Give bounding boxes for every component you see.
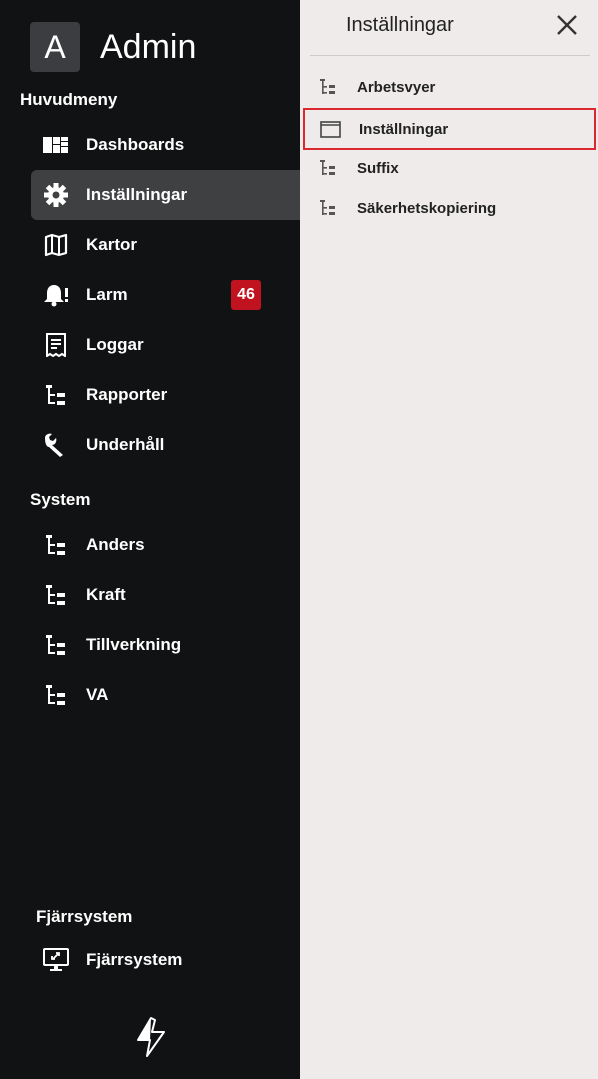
nav-item-kraft[interactable]: Kraft — [31, 570, 300, 620]
nav-label: Larm — [86, 285, 128, 304]
app-name: Admin — [100, 27, 197, 66]
panel-item-suffix[interactable]: Suffix — [303, 149, 596, 187]
tree-icon — [46, 385, 65, 405]
nav-label: Tillverkning — [86, 635, 182, 654]
panel-item-arbetsvyer[interactable]: Arbetsvyer — [303, 68, 596, 106]
nav-item-fjarrsystem[interactable]: Fjärrsystem — [31, 935, 300, 985]
panel-item-sakerhetskopiering[interactable]: Säkerhetskopiering — [303, 189, 596, 227]
nav-item-installningar[interactable]: Inställningar — [31, 170, 300, 220]
nav-label: Loggar — [86, 335, 144, 354]
window-icon — [320, 121, 341, 138]
nav-label: Kraft — [86, 585, 126, 604]
nav-item-underhall[interactable]: Underhåll — [31, 420, 300, 470]
alarm-count-badge: 46 — [231, 280, 261, 310]
wrench-icon — [45, 433, 63, 457]
tree-icon — [46, 535, 65, 555]
nav-item-va[interactable]: VA — [31, 670, 300, 720]
section-huvudmeny: Huvudmeny — [20, 90, 118, 109]
nav-item-tillverkning[interactable]: Tillverkning — [31, 620, 300, 670]
gear-icon — [44, 183, 68, 207]
avatar: A — [30, 22, 80, 72]
divider — [310, 55, 590, 56]
panel-title: Inställningar — [346, 14, 454, 36]
nav-item-anders[interactable]: Anders — [31, 520, 300, 570]
nav-item-dashboards[interactable]: Dashboards — [31, 120, 300, 170]
panel-item-label: Inställningar — [359, 120, 449, 138]
lightning-logo-icon[interactable] — [134, 1016, 168, 1058]
nav-item-loggar[interactable]: Loggar — [31, 320, 300, 370]
nav-label: Fjärrsystem — [86, 950, 183, 969]
tree-icon — [46, 635, 65, 655]
nav-label: Kartor — [86, 235, 138, 254]
tree-icon — [46, 585, 65, 605]
panel-item-label: Säkerhetskopiering — [357, 199, 497, 217]
tree-icon — [320, 79, 335, 94]
nav-label: Rapporter — [86, 385, 168, 404]
settings-panel: Inställningar Arbetsvyer Inställningar S… — [300, 0, 598, 1079]
nav-label: Anders — [86, 535, 145, 554]
tree-icon — [320, 200, 335, 215]
tree-icon — [320, 160, 335, 175]
nav-item-kartor[interactable]: Kartor — [31, 220, 300, 270]
nav-label: Underhåll — [86, 435, 165, 454]
nav-item-larm[interactable]: Larm 46 — [31, 270, 300, 320]
receipt-icon — [46, 333, 66, 357]
nav-label: Inställningar — [86, 185, 188, 204]
dashboard-icon — [43, 137, 68, 153]
nav-label: Dashboards — [86, 135, 185, 154]
panel-item-label: Suffix — [357, 159, 399, 177]
panel-item-label: Arbetsvyer — [357, 78, 436, 96]
nav-label: VA — [86, 685, 109, 704]
bell-alert-icon — [44, 285, 68, 307]
section-fjarrsystem: Fjärrsystem — [36, 907, 133, 926]
tree-icon — [46, 685, 65, 705]
brand[interactable]: A Admin — [30, 22, 196, 72]
sidebar: A Admin Huvudmeny Dashboards Inställning… — [0, 0, 300, 1079]
section-system: System — [30, 490, 91, 509]
map-icon — [44, 233, 68, 257]
close-icon[interactable] — [554, 12, 580, 38]
nav-item-rapporter[interactable]: Rapporter — [31, 370, 300, 420]
panel-item-installningar[interactable]: Inställningar — [303, 108, 596, 150]
remote-desktop-icon — [43, 948, 69, 971]
